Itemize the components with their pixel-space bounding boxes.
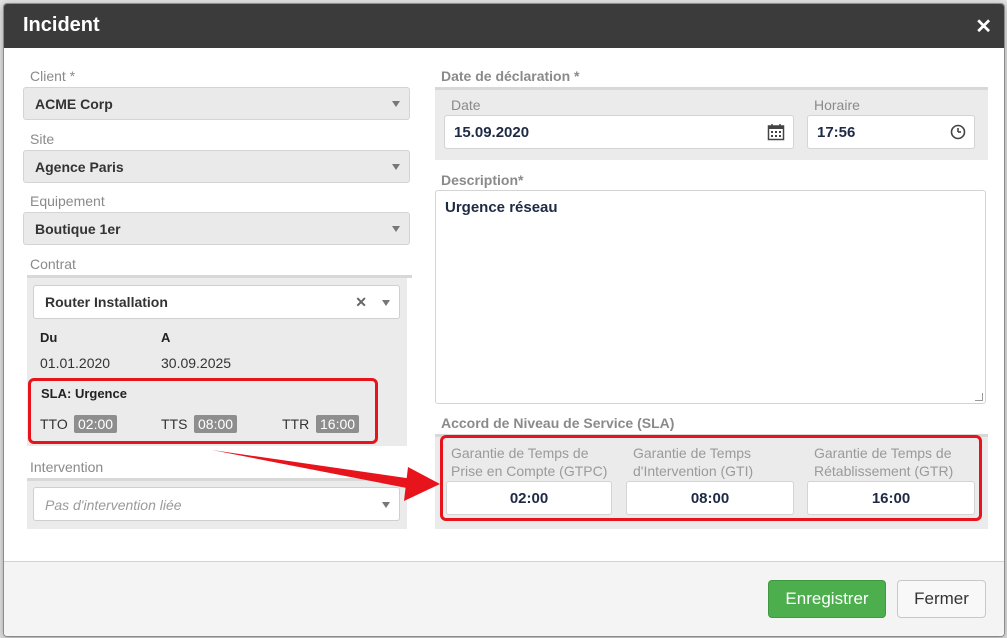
annotation-arrow-icon (212, 450, 440, 501)
